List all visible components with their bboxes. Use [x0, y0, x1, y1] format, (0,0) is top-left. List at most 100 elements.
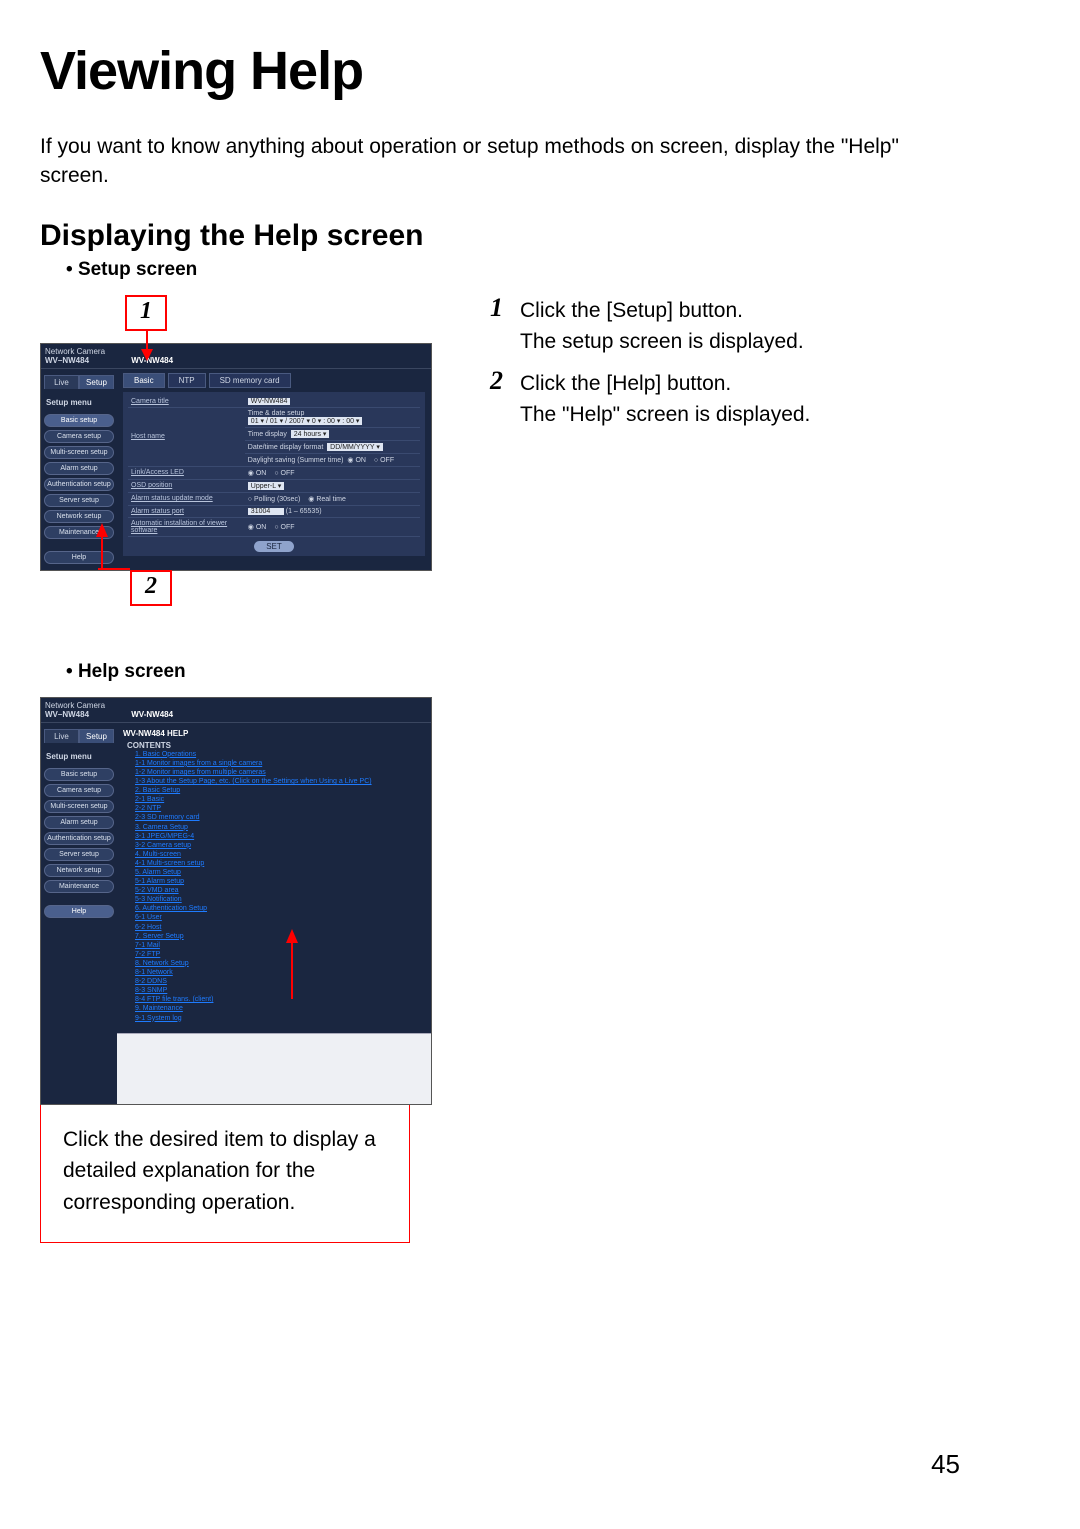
toc-link[interactable]: 5. Alarm Setup	[135, 868, 425, 877]
note-arrow	[285, 929, 299, 1004]
sidebar2-network[interactable]: Network setup	[44, 864, 114, 877]
alm-poll[interactable]: Polling (30sec)	[248, 496, 301, 503]
alm-port-lbl[interactable]: Alarm status port	[131, 508, 184, 515]
sidebar-item-multi[interactable]: Multi-screen setup	[44, 446, 114, 459]
step-2-line2: The "Help" screen is displayed.	[520, 403, 810, 426]
help-screenshot-area: Network CameraWV–NW484 WV-NW484 Live Set…	[40, 697, 470, 1105]
alm-real[interactable]: Real time	[308, 495, 346, 503]
toc-link[interactable]: 8-1 Network	[135, 968, 425, 977]
section-heading: Displaying the Help screen	[40, 219, 960, 253]
led-lbl[interactable]: Link/Access LED	[131, 469, 184, 476]
live-tab[interactable]: Live	[44, 375, 79, 389]
toc-link[interactable]: 5-1 Alarm setup	[135, 877, 425, 886]
toc-link[interactable]: 6-2 Host	[135, 923, 425, 932]
sidebar2-basic[interactable]: Basic setup	[44, 768, 114, 781]
tab-ntp[interactable]: NTP	[168, 373, 206, 388]
time-display-field[interactable]: 24 hours ▾	[291, 430, 330, 438]
intro-text: If you want to know anything about opera…	[40, 132, 960, 191]
toc-link[interactable]: 1. Basic Operations	[135, 750, 425, 759]
toc-link[interactable]: 2-3 SD memory card	[135, 813, 425, 822]
sidebar2-maint[interactable]: Maintenance	[44, 880, 114, 893]
led-on[interactable]: ON	[248, 469, 267, 477]
osd-lbl[interactable]: OSD position	[131, 482, 172, 489]
toc-link[interactable]: 3-2 Camera setup	[135, 841, 425, 850]
toc-link[interactable]: 4-1 Multi-screen setup	[135, 859, 425, 868]
dst-off[interactable]: OFF	[374, 457, 394, 464]
tab-basic[interactable]: Basic	[123, 373, 165, 388]
setup-tab[interactable]: Setup	[79, 375, 114, 389]
toc-link[interactable]: 1-3 About the Setup Page, etc. (Click on…	[135, 777, 425, 786]
toc-link[interactable]: 9. Maintenance	[135, 1004, 425, 1013]
toc-head: WV-NW484 HELP	[123, 729, 425, 738]
sidebar2-multi[interactable]: Multi-screen setup	[44, 800, 114, 813]
callout-2-arrow	[95, 523, 109, 569]
step-1-line1: Click the [Setup] button.	[520, 299, 743, 322]
setup-screen-label: Setup screen	[40, 259, 960, 281]
toc-link[interactable]: 9-1 System log	[135, 1014, 425, 1023]
toc-link[interactable]: 1-2 Monitor images from multiple cameras	[135, 768, 425, 777]
toc-link[interactable]: 7-1 Mail	[135, 941, 425, 950]
sidebar-item-camera[interactable]: Camera setup	[44, 430, 114, 443]
sidebar-item-auth[interactable]: Authentication setup	[44, 478, 114, 491]
toc-link[interactable]: 8. Network Setup	[135, 959, 425, 968]
help-toc: WV-NW484 HELP CONTENTS 1. Basic Operatio…	[117, 723, 431, 1033]
toc-link[interactable]: 6-1 User	[135, 913, 425, 922]
setup-content: Basic NTP SD memory card Camera title WV…	[117, 369, 431, 570]
toc-link[interactable]: 5-3 Notification	[135, 895, 425, 904]
toc-link[interactable]: 2-2 NTP	[135, 804, 425, 813]
host-name-link[interactable]: Host name	[131, 433, 165, 440]
callout-1: 1	[125, 295, 167, 331]
alm-port-field[interactable]: 31004	[248, 508, 284, 515]
step-1-number: 1	[490, 295, 520, 321]
sidebar2-auth[interactable]: Authentication setup	[44, 832, 114, 845]
auto-install-lbl[interactable]: Automatic installation of viewer softwar…	[131, 520, 227, 534]
sidebar2-camera[interactable]: Camera setup	[44, 784, 114, 797]
camera-title-lbl[interactable]: Camera title	[131, 398, 169, 405]
toc-link[interactable]: 8-4 FTP file trans. (client)	[135, 995, 425, 1004]
auto-off[interactable]: OFF	[274, 524, 294, 531]
toc-link[interactable]: 4. Multi-screen	[135, 850, 425, 859]
note-text: Click the desired item to display a deta…	[63, 1128, 376, 1214]
led-off[interactable]: OFF	[274, 470, 294, 477]
date-format-field[interactable]: DD/MM/YYYY ▾	[327, 443, 383, 451]
sidebar2-server[interactable]: Server setup	[44, 848, 114, 861]
osd-field[interactable]: Upper-L ▾	[248, 482, 285, 490]
sidebar-heading: Setup menu	[46, 398, 114, 407]
sidebar-item-server[interactable]: Server setup	[44, 494, 114, 507]
auto-on[interactable]: ON	[248, 523, 267, 531]
sidebar-item-basic[interactable]: Basic setup	[44, 414, 114, 427]
toc-link[interactable]: 7-2 FTP	[135, 950, 425, 959]
set-button[interactable]: SET	[254, 541, 294, 552]
page-number: 45	[931, 1449, 960, 1480]
toc-link[interactable]: 2-1 Basic	[135, 795, 425, 804]
help-screen-label: Help screen	[40, 661, 960, 683]
toc-link[interactable]: 3-1 JPEG/MPEG-4	[135, 832, 425, 841]
help-content-panel: WV-NW484 HELP CONTENTS 1. Basic Operatio…	[117, 723, 431, 1104]
toc-link[interactable]: 6. Authentication Setup	[135, 904, 425, 913]
camera-title-field[interactable]: WV-NW484	[248, 398, 291, 405]
note-box: Click the desired item to display a deta…	[40, 1099, 410, 1244]
toc-link[interactable]: 2. Basic Setup	[135, 786, 425, 795]
help-button-2[interactable]: Help	[44, 905, 114, 918]
step-2-line1: Click the [Help] button.	[520, 372, 731, 395]
tab-sd[interactable]: SD memory card	[209, 373, 291, 388]
setup-tab-2[interactable]: Setup	[79, 729, 114, 743]
sidebar-item-network[interactable]: Network setup	[44, 510, 114, 523]
toc-link[interactable]: 5-2 VMD area	[135, 886, 425, 895]
toc-link[interactable]: 3. Camera Setup	[135, 823, 425, 832]
toc-link[interactable]: 8-3 SNMP	[135, 986, 425, 995]
time-date-field[interactable]: 01 ▾ / 01 ▾ / 2007 ▾ 0 ▾ : 00 ▾ : 00 ▾	[248, 417, 363, 425]
page-title: Viewing Help	[40, 40, 960, 102]
help-app-window: Network CameraWV–NW484 WV-NW484 Live Set…	[40, 697, 432, 1105]
toc-link[interactable]: 8-2 DDNS	[135, 977, 425, 986]
live-tab-2[interactable]: Live	[44, 729, 79, 743]
step-1-line2: The setup screen is displayed.	[520, 330, 804, 353]
dst-on[interactable]: ON	[347, 456, 366, 464]
callout-2: 2	[130, 570, 172, 606]
toc-sub: CONTENTS	[127, 741, 425, 750]
toc-link[interactable]: 7. Server Setup	[135, 932, 425, 941]
sidebar-item-alarm[interactable]: Alarm setup	[44, 462, 114, 475]
alm-mode-lbl[interactable]: Alarm status update mode	[131, 495, 213, 502]
sidebar2-alarm[interactable]: Alarm setup	[44, 816, 114, 829]
toc-link[interactable]: 1-1 Monitor images from a single camera	[135, 759, 425, 768]
